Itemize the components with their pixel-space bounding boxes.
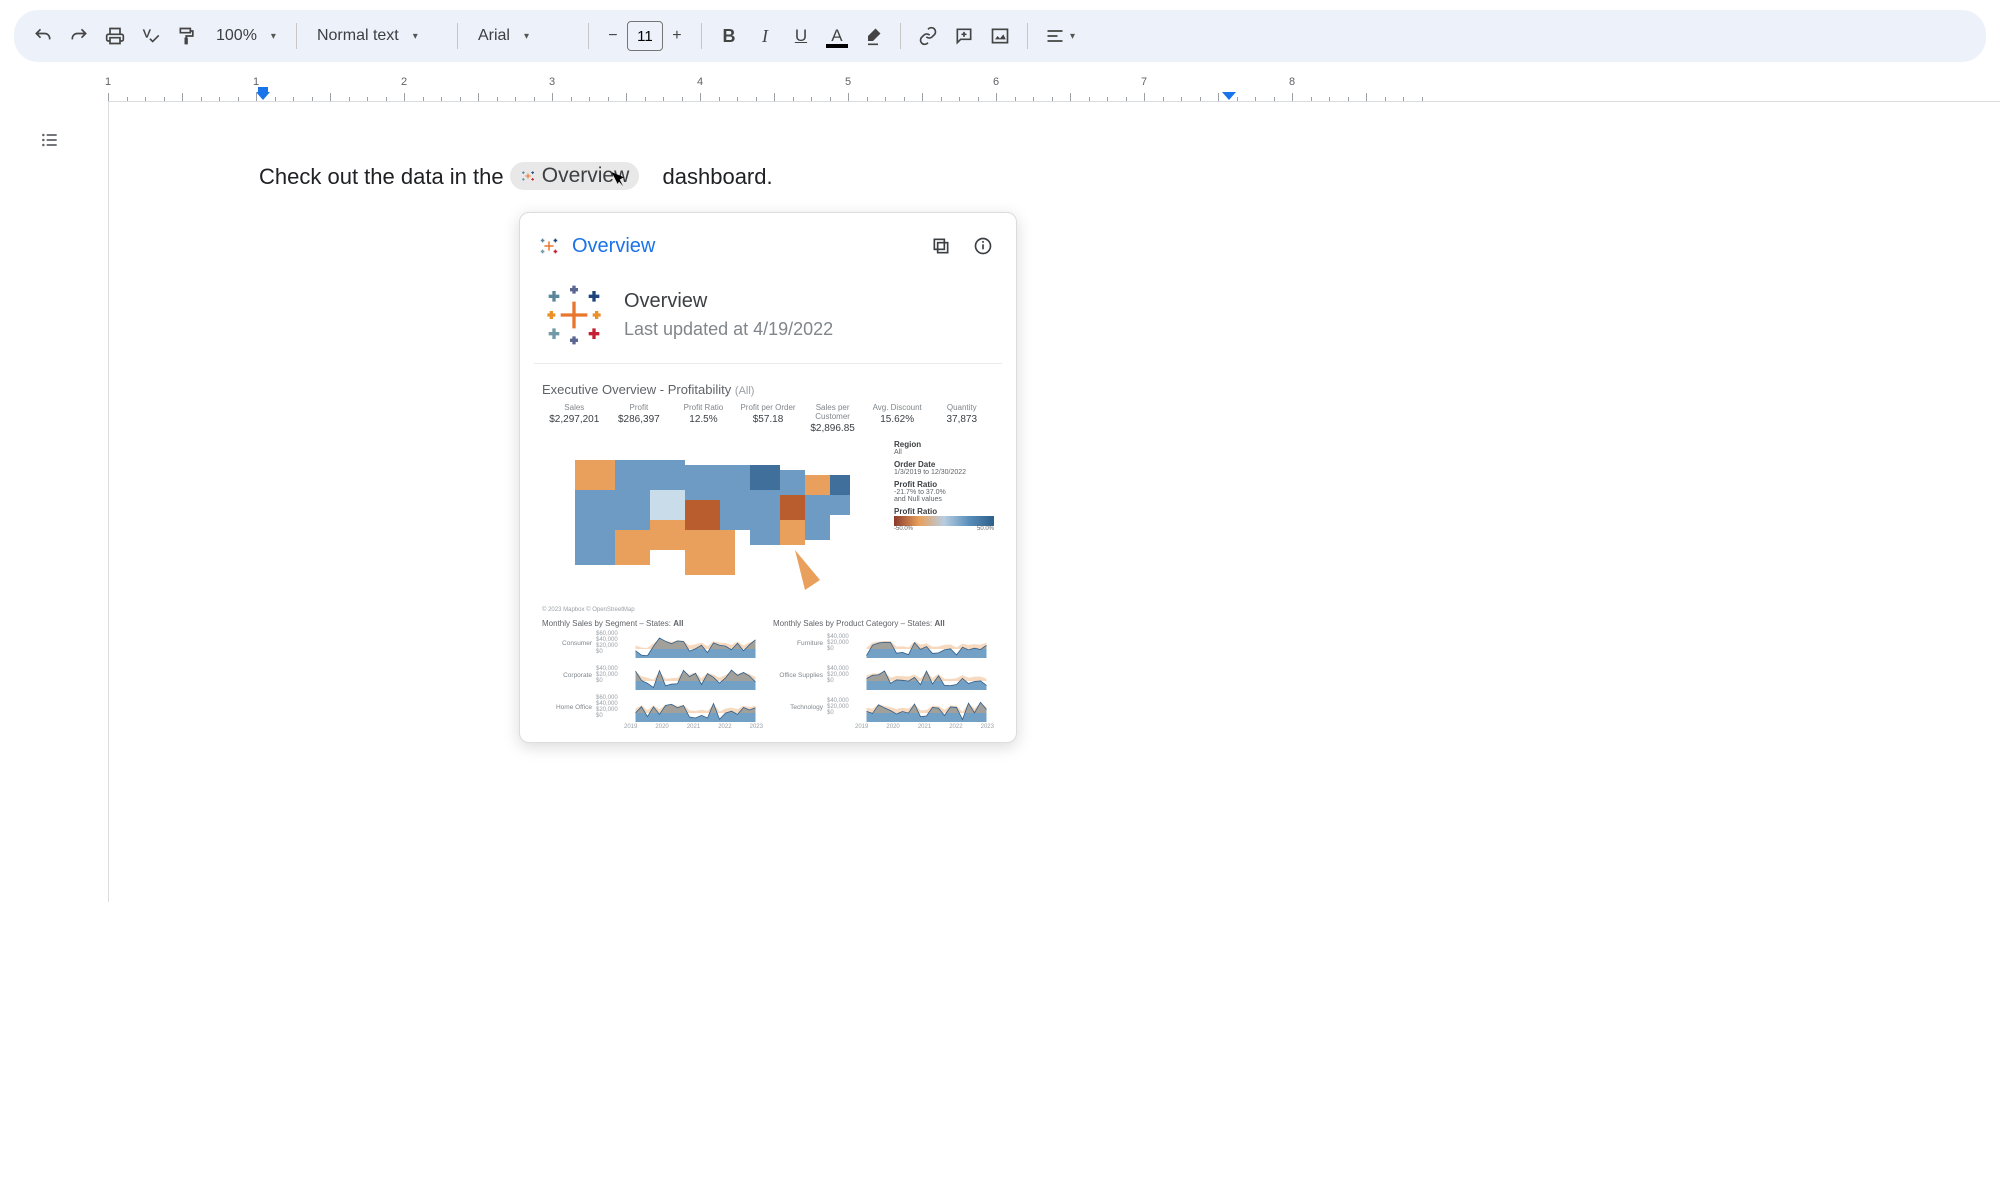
insert-image-button[interactable] (983, 19, 1017, 53)
popup-updated: Last updated at 4/19/2022 (624, 319, 833, 340)
text-before: Check out the data in the (259, 164, 510, 189)
comment-plus-icon (954, 26, 974, 46)
sparkline-row: Corporate$40,000$20,000$0 (542, 660, 763, 690)
sparkline-chart (859, 692, 994, 722)
spellcheck-button[interactable] (134, 19, 168, 53)
redo-icon (69, 26, 89, 46)
align-left-icon (1045, 26, 1065, 46)
kpi-row: Sales$2,297,201Profit$286,397Profit Rati… (542, 403, 994, 434)
kpi-cell: Sales per Customer$2,896.85 (800, 403, 865, 434)
kpi-cell: Avg. Discount15.62% (865, 403, 930, 434)
dash-title: Executive Overview - Profitability (All) (542, 382, 994, 397)
sparkline-chart (628, 692, 763, 722)
separator (1027, 23, 1028, 49)
redo-button[interactable] (62, 19, 96, 53)
kpi-cell: Sales$2,297,201 (542, 403, 607, 434)
print-button[interactable] (98, 19, 132, 53)
spellcheck-icon (141, 26, 161, 46)
font-size-increase[interactable]: + (663, 21, 691, 51)
font-size-input[interactable] (627, 21, 663, 51)
kpi-cell: Profit Ratio12.5% (671, 403, 736, 434)
separator (701, 23, 702, 49)
sparkline-row: Office Supplies$40,000$20,000$0 (773, 660, 994, 690)
document-page[interactable]: Check out the data in the Overview dashb… (108, 102, 1378, 902)
page-area: Check out the data in the Overview dashb… (0, 102, 2000, 902)
us-map-icon (542, 440, 888, 600)
toolbar: 100% Normal text Arial − + B I U A ▾ (14, 10, 1986, 62)
kpi-cell: Profit$286,397 (607, 403, 672, 434)
separator (296, 23, 297, 49)
paint-roller-icon (177, 26, 197, 46)
dropdown-caret-icon: ▾ (1070, 31, 1075, 42)
underline-button[interactable]: U (784, 19, 818, 53)
highlighter-icon (863, 26, 883, 46)
popup-divider (534, 363, 1002, 364)
add-comment-button[interactable] (947, 19, 981, 53)
outline-sidebar (0, 102, 108, 902)
print-icon (105, 26, 125, 46)
text-after: dashboard. (663, 164, 773, 189)
map-panel: © 2023 Mapbox © OpenStreetMap (542, 440, 888, 613)
ruler[interactable]: 112345678 (108, 76, 2000, 102)
copy-button[interactable] (926, 231, 956, 261)
doc-text-line[interactable]: Check out the data in the Overview dashb… (259, 162, 1228, 190)
font-size-group: − + (599, 21, 691, 51)
kpi-cell: Profit per Order$57.18 (736, 403, 801, 434)
tableau-chip-icon (520, 168, 536, 184)
paint-format-button[interactable] (170, 19, 204, 53)
separator (588, 23, 589, 49)
sparkline-chart (628, 628, 763, 658)
bold-button[interactable]: B (712, 19, 746, 53)
highlight-button[interactable] (856, 19, 890, 53)
dashboard-thumbnail: Executive Overview - Profitability (All)… (538, 374, 998, 734)
list-icon (40, 130, 60, 150)
popup-info: Overview Last updated at 4/19/2022 (542, 283, 994, 347)
link-icon (918, 26, 938, 46)
italic-button[interactable]: I (748, 19, 782, 53)
separator (900, 23, 901, 49)
sparkline-chart (859, 660, 994, 690)
color-gradient-legend (894, 516, 994, 526)
left-indent-marker[interactable] (256, 92, 270, 100)
kpi-cell: Quantity37,873 (929, 403, 994, 434)
popup-name: Overview (624, 290, 833, 313)
font-dropdown[interactable]: Arial (468, 27, 578, 45)
insert-link-button[interactable] (911, 19, 945, 53)
tableau-icon (538, 235, 560, 257)
map-attribution: © 2023 Mapbox © OpenStreetMap (542, 607, 888, 613)
zoom-dropdown[interactable]: 100% (206, 27, 286, 45)
chip-preview-popup: Overview (519, 212, 1017, 743)
right-indent-marker[interactable] (1222, 92, 1236, 100)
segment-panel: Monthly Sales by Segment – States: All C… (542, 619, 763, 730)
image-icon (990, 26, 1010, 46)
sparkline-chart (628, 660, 763, 690)
sparkline-row: Home Office$60,000$40,000$20,000$0 (542, 692, 763, 722)
tableau-logo-large (542, 283, 606, 347)
style-dropdown[interactable]: Normal text (307, 27, 447, 45)
text-color-button[interactable]: A (820, 19, 854, 53)
copy-icon (931, 236, 951, 256)
info-icon (973, 236, 993, 256)
popup-title[interactable]: Overview (572, 235, 914, 258)
category-panel: Monthly Sales by Product Category – Stat… (773, 619, 994, 730)
separator (457, 23, 458, 49)
undo-icon (33, 26, 53, 46)
sparkline-row: Furniture$40,000$20,000$0 (773, 628, 994, 658)
sparkline-row: Technology$40,000$20,000$0 (773, 692, 994, 722)
sparkline-chart (859, 628, 994, 658)
font-size-decrease[interactable]: − (599, 21, 627, 51)
legend-panel: RegionAll Order Date1/3/2019 to 12/30/20… (894, 440, 994, 613)
outline-toggle-button[interactable] (34, 124, 66, 156)
align-dropdown[interactable] (1038, 19, 1072, 53)
info-button[interactable] (968, 231, 998, 261)
sparkline-row: Consumer$60,000$40,000$20,000$0 (542, 628, 763, 658)
undo-button[interactable] (26, 19, 60, 53)
